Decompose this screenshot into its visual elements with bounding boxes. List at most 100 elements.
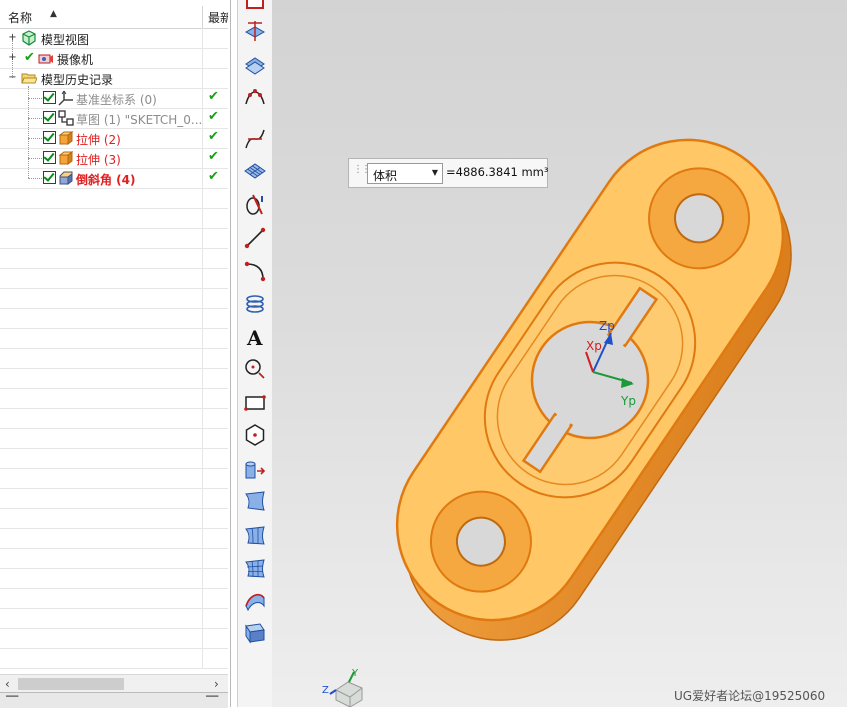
mesh-surface-icon[interactable]	[242, 158, 268, 184]
column-line	[202, 148, 203, 168]
folder-open-icon	[21, 70, 38, 86]
vertical-toolbar: A	[237, 0, 273, 707]
empty-row	[0, 368, 228, 389]
graphics-window[interactable]: Zp Xp Yp Y Z	[272, 0, 847, 707]
csys-x-label: Xp	[586, 339, 602, 353]
navigator-bottom-bar: ▔▔ ▔▔	[0, 692, 228, 708]
expand-plus-icon[interactable]: +	[8, 53, 17, 63]
column-line	[202, 188, 203, 208]
tree-node-model-views[interactable]: + 模型视图	[0, 28, 228, 49]
column-line	[202, 88, 203, 108]
surface-grid-icon[interactable]	[242, 555, 268, 581]
column-header-name[interactable]: 名称	[8, 9, 32, 26]
part-model[interactable]: Zp Xp Yp Y Z	[272, 0, 847, 707]
tree-node-datum-csys[interactable]: 基准坐标系 (0) ✔	[0, 88, 228, 109]
text-icon[interactable]: A	[242, 324, 268, 350]
dropdown-arrow-icon[interactable]: ▼	[432, 168, 438, 177]
horizontal-scrollbar[interactable]: ‹ ›	[0, 674, 228, 693]
datum-plane-icon[interactable]	[242, 0, 268, 16]
sketch-icon	[58, 110, 74, 126]
rectangle-icon[interactable]	[242, 390, 268, 416]
column-line	[202, 448, 203, 468]
datum-plane-2-icon[interactable]	[242, 18, 268, 44]
tree-node-label: 基准坐标系 (0)	[76, 93, 157, 107]
empty-row	[0, 548, 228, 569]
column-line	[202, 228, 203, 248]
column-header-latest[interactable]: 最新	[208, 9, 228, 26]
scrollbar-thumb[interactable]	[18, 678, 124, 690]
column-line	[202, 648, 203, 668]
column-line	[202, 28, 203, 48]
triad-z-label: Z	[322, 685, 329, 696]
tree-node-label: 拉伸 (3)	[76, 153, 121, 167]
csys-z-label: Zp	[599, 319, 615, 333]
camera-icon	[38, 50, 54, 66]
column-line	[202, 388, 203, 408]
extrude-curve-icon[interactable]	[242, 456, 268, 482]
column-line	[202, 328, 203, 348]
polygon-icon[interactable]	[242, 422, 268, 448]
empty-row	[0, 508, 228, 529]
measure-type-select[interactable]: 体积 ▼	[367, 163, 443, 184]
column-line	[202, 608, 203, 628]
empty-row	[0, 208, 228, 229]
collapse-minus-icon[interactable]: −	[8, 73, 17, 83]
circle-point-icon[interactable]	[242, 356, 268, 382]
visibility-checkbox[interactable]	[43, 91, 56, 104]
column-line	[202, 108, 203, 128]
column-line	[202, 508, 203, 528]
swept-surface-icon[interactable]	[242, 588, 268, 614]
point-set-icon[interactable]	[242, 84, 268, 110]
expand-plus-icon[interactable]: +	[8, 33, 17, 43]
chamfer-icon	[58, 170, 74, 186]
tree-node-extrude-3[interactable]: 拉伸 (3) ✔	[0, 148, 228, 169]
visibility-checkbox[interactable]	[43, 131, 56, 144]
empty-row	[0, 348, 228, 369]
empty-row	[0, 188, 228, 209]
panel-grip-icon[interactable]: ▔▔	[206, 696, 218, 705]
empty-row	[0, 488, 228, 509]
column-line	[202, 368, 203, 388]
column-line	[202, 488, 203, 508]
empty-row	[0, 588, 228, 609]
column-line	[202, 548, 203, 568]
empty-row	[0, 448, 228, 469]
column-line	[202, 208, 203, 228]
panel-grip-icon[interactable]: ▔▔	[6, 696, 18, 705]
surface-icon[interactable]	[242, 488, 268, 514]
empty-row	[0, 248, 228, 269]
svg-text:A: A	[246, 326, 263, 350]
section-icon[interactable]	[242, 192, 268, 218]
column-line	[202, 308, 203, 328]
datum-plane-3-icon[interactable]	[242, 52, 268, 78]
arc-icon[interactable]	[242, 258, 268, 284]
studio-surface-icon[interactable]	[242, 522, 268, 548]
column-separator[interactable]	[202, 6, 203, 28]
tree-node-camera[interactable]: + ✔ 摄像机	[0, 48, 228, 69]
tree-node-model-history[interactable]: − 模型历史记录	[0, 68, 228, 89]
face-blend-icon[interactable]	[242, 620, 268, 646]
column-line	[202, 568, 203, 588]
visibility-checkbox[interactable]	[43, 151, 56, 164]
column-line	[202, 588, 203, 608]
up-to-date-check-icon: ✔	[208, 129, 219, 144]
curve-intersect-icon[interactable]	[242, 126, 268, 152]
tree-node-label: 摄像机	[57, 53, 94, 67]
empty-row	[0, 228, 228, 249]
visibility-checkbox[interactable]	[43, 111, 56, 124]
measure-value: =4886.3841 mm³	[446, 165, 549, 179]
datum-csys-icon	[58, 90, 74, 106]
tree-node-chamfer-4[interactable]: 倒斜角 (4) ✔	[0, 168, 228, 189]
column-line	[202, 248, 203, 268]
tree-node-label: 模型历史记录	[41, 73, 114, 87]
line-icon[interactable]	[242, 225, 268, 251]
scroll-left-arrow-icon[interactable]: ‹	[5, 677, 10, 691]
flange-plate	[395, 138, 792, 641]
helix-icon[interactable]	[242, 291, 268, 317]
sort-ascending-icon[interactable]: ▲	[50, 9, 57, 19]
scroll-right-arrow-icon[interactable]: ›	[214, 677, 219, 691]
visibility-checkbox[interactable]	[43, 171, 56, 184]
tree-node-label: 模型视图	[41, 33, 90, 47]
tree-node-extrude-2[interactable]: 拉伸 (2) ✔	[0, 128, 228, 149]
tree-node-sketch[interactable]: 草图 (1) "SKETCH_0... ✔	[0, 108, 228, 129]
